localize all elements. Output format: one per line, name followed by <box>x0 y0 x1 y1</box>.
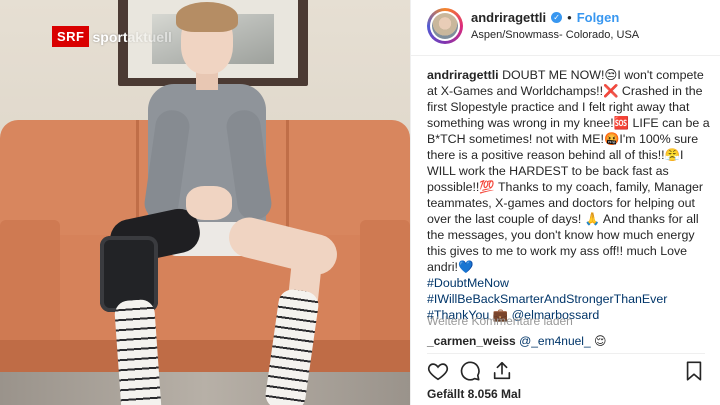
post-caption: andriragettli DOUBT ME NOW!😒I won't comp… <box>427 67 711 323</box>
sofa-arm-left <box>0 220 60 360</box>
comment-icon[interactable] <box>459 360 481 382</box>
load-more-comments-button[interactable]: Weitere Kommentare laden <box>427 314 573 328</box>
comment-username[interactable]: _carmen_weiss <box>427 334 516 348</box>
caption-text: DOUBT ME NOW!😒I won't compete at X-Games… <box>427 68 710 274</box>
hashtag-link[interactable]: #DoubtMeNow <box>427 276 509 290</box>
share-icon[interactable] <box>491 360 513 382</box>
post-photo[interactable]: SRF sportaktuell <box>0 0 410 405</box>
follow-button[interactable]: Folgen <box>577 10 620 25</box>
likes-count[interactable]: Gefällt 8.056 Mal <box>427 387 521 401</box>
verified-badge-icon: ✓ <box>551 12 563 23</box>
location-link[interactable]: Aspen/Snowmass- Colorado, USA <box>471 29 639 41</box>
separator-dot: • <box>567 10 572 25</box>
profile-picture <box>432 13 458 39</box>
bookmark-icon[interactable] <box>683 360 705 382</box>
comment-emoji: 😌 <box>593 334 607 348</box>
logo-faded-text: aktuell <box>127 28 172 45</box>
person-hands <box>186 186 232 220</box>
sofa-arm-right <box>360 220 410 360</box>
heart-icon[interactable] <box>427 360 449 382</box>
floor <box>0 372 410 405</box>
avatar[interactable] <box>427 8 463 44</box>
comment-mention[interactable]: @_em4nuel_ <box>519 334 591 348</box>
srf-logo-mark: SRF <box>52 26 89 47</box>
striped-sock-left <box>113 298 163 405</box>
logo-sport-text: sport <box>92 28 128 45</box>
divider <box>427 353 705 354</box>
username-link[interactable]: andriragettli <box>471 10 546 25</box>
comment-row: _carmen_weiss @_em4nuel_ 😌 <box>427 334 607 348</box>
post-panel: andriragettli ✓ • Folgen Aspen/Snowmass-… <box>410 0 720 405</box>
post-header: andriragettli ✓ • Folgen Aspen/Snowmass-… <box>411 0 720 56</box>
srf-sport-logo: SRF sportaktuell <box>52 26 172 47</box>
hashtag-link[interactable]: #IWillBeBackSmarterAndStrongerThanEver <box>427 292 667 306</box>
action-bar <box>427 360 705 382</box>
caption-username[interactable]: andriragettli <box>427 68 499 82</box>
